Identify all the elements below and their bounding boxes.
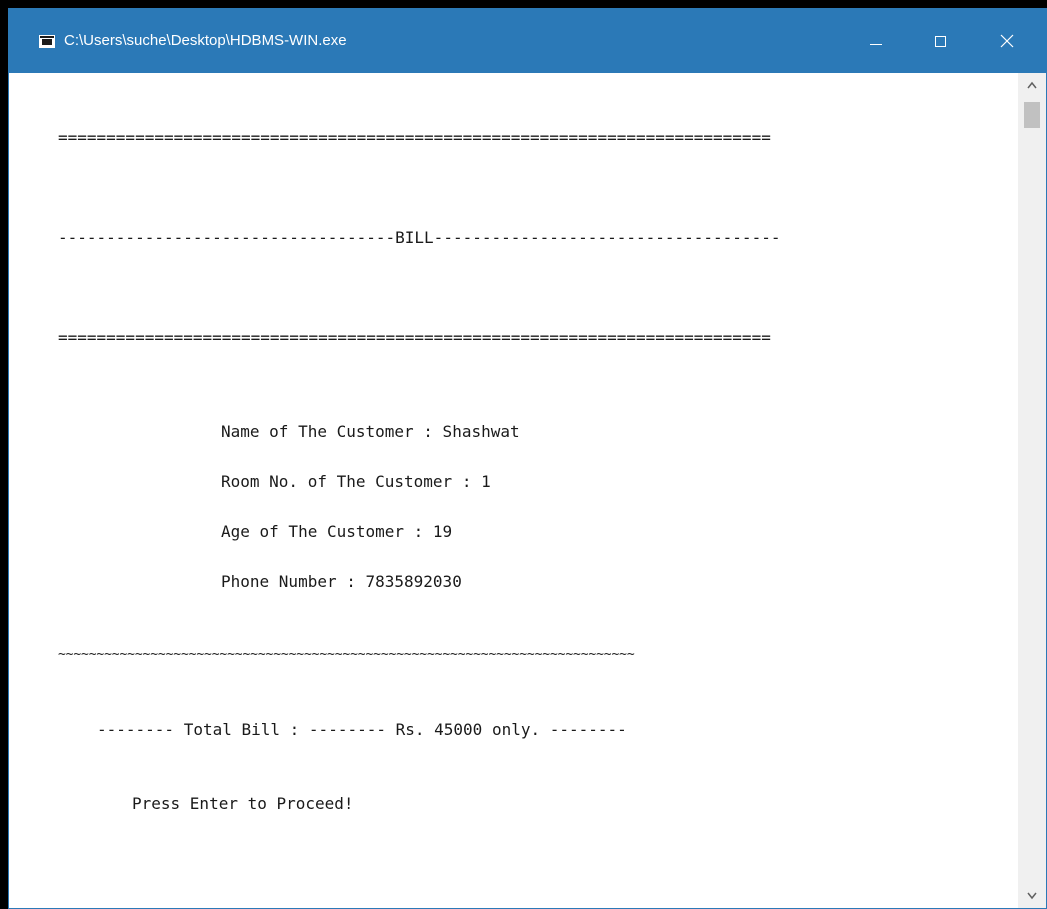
separator-top: ========================================… [58,128,771,147]
separator-bottom: ========================================… [58,328,771,347]
customer-room-line: Room No. of The Customer : 1 [221,472,491,491]
chevron-down-icon [1027,892,1037,900]
customer-name-line: Name of The Customer : Shashwat [221,422,520,441]
minimize-icon [870,44,882,45]
minimize-button[interactable] [841,9,909,73]
console-window: C:\Users\suche\Desktop\HDBMS-WIN.exe ===… [8,8,1047,909]
maximize-icon [935,36,946,47]
total-bill-line: -------- Total Bill : -------- Rs. 45000… [97,720,627,739]
close-button[interactable] [973,9,1041,73]
maximize-button[interactable] [907,9,975,73]
title-bar[interactable]: C:\Users\suche\Desktop\HDBMS-WIN.exe [9,9,1046,73]
console-app-icon[interactable] [39,35,55,48]
scroll-up-button[interactable] [1018,73,1046,97]
vertical-scrollbar[interactable] [1018,73,1046,908]
window-title: C:\Users\suche\Desktop\HDBMS-WIN.exe [64,32,347,49]
console-output[interactable]: ========================================… [9,73,1018,908]
customer-age-line: Age of The Customer : 19 [221,522,453,541]
scroll-thumb[interactable] [1024,102,1040,128]
bill-heading: -----------------------------------BILL-… [58,228,781,247]
scroll-down-button[interactable] [1018,884,1046,908]
tilde-rule: ~~~~~~~~~~~~~~~~~~~~~~~~~~~~~~~~~~~~~~~~… [58,647,635,662]
customer-phone-line: Phone Number : 7835892030 [221,572,462,591]
proceed-prompt: Press Enter to Proceed! [132,794,354,813]
chevron-up-icon [1027,81,1037,89]
close-icon [1000,34,1014,48]
